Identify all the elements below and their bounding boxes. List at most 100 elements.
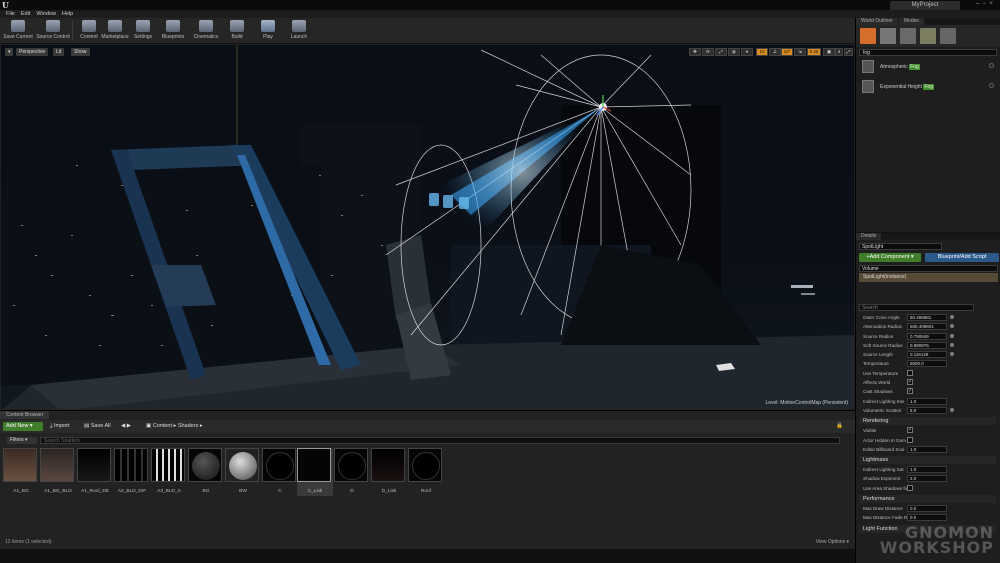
tab-world-outliner[interactable]: World Outliner <box>856 18 898 25</box>
save-all-button[interactable]: ▤ Save All <box>84 422 111 431</box>
visibility-eye-icon[interactable] <box>989 83 994 88</box>
asset-tile[interactable]: Roof <box>408 448 444 496</box>
property-value[interactable]: 0.116128 <box>907 351 947 359</box>
blueprint-add-script-button[interactable]: Blueprint/Add Script <box>925 253 999 262</box>
property-value[interactable]: 1.0 <box>907 445 947 453</box>
maximize-viewport-icon[interactable]: ⤢ <box>844 48 853 56</box>
asset-tile[interactable]: A2_BLD_DIF <box>114 448 150 496</box>
asset-tile[interactable]: A3_BLD_X <box>151 448 187 496</box>
window-controls[interactable]: –▫× <box>976 1 997 7</box>
perspective-button[interactable]: Perspective <box>16 48 49 56</box>
section-lightmass[interactable]: Lightmass <box>859 456 996 465</box>
rotate-mode-icon[interactable]: ⟳ <box>702 48 714 56</box>
place-mode-icon[interactable] <box>860 28 876 44</box>
menu-edit[interactable]: Edit <box>21 10 30 18</box>
launch-button[interactable]: Launch <box>282 19 316 43</box>
project-tab[interactable]: MyProject <box>890 1 960 10</box>
viewport-options-button[interactable]: ▾ <box>5 48 13 56</box>
reset-icon[interactable] <box>950 407 954 412</box>
asset-tile[interactable]: BW <box>225 448 261 496</box>
reset-icon[interactable] <box>950 324 954 329</box>
reset-icon[interactable] <box>950 342 954 347</box>
asset-tile[interactable]: BG <box>188 448 224 496</box>
asset-tile-selected[interactable]: C_Lisk <box>297 448 333 496</box>
property-value[interactable]: 500.409801 <box>907 323 947 331</box>
grid-snap-value[interactable]: 10 <box>756 48 768 56</box>
property-value[interactable]: 0.980876 <box>907 341 947 349</box>
asset-tile[interactable]: C <box>262 448 298 496</box>
breadcrumb-shaders[interactable]: Shaders <box>178 423 199 429</box>
paint-mode-icon[interactable] <box>880 28 896 44</box>
settings-button[interactable]: Settings <box>126 19 160 43</box>
source-control-button[interactable]: Source Control <box>36 19 70 43</box>
property-value[interactable]: 0.790849 <box>907 332 947 340</box>
scale-mode-icon[interactable]: ⤢ <box>715 48 727 56</box>
component-filter-input[interactable]: Volume <box>859 265 998 272</box>
scale-snap-value[interactable]: 0.25 <box>807 48 821 56</box>
save-current-button[interactable]: Save Current <box>1 19 35 43</box>
landscape-mode-icon[interactable] <box>900 28 916 44</box>
property-checkbox[interactable] <box>907 436 913 443</box>
property-checkbox[interactable]: ✓ <box>907 388 913 395</box>
play-button[interactable]: Play <box>251 19 285 43</box>
property-value[interactable]: 60.466881 <box>907 314 947 321</box>
world-local-icon[interactable]: ◍ <box>728 48 740 56</box>
camera-speed-value[interactable]: 4 <box>835 48 843 56</box>
property-value[interactable]: 0.0 <box>907 514 947 522</box>
property-checkbox[interactable] <box>907 369 913 376</box>
rotation-snap-value[interactable]: 10° <box>781 48 793 56</box>
scale-snap-icon[interactable]: ⇲ <box>794 48 806 56</box>
property-value[interactable]: 2.0 <box>907 475 947 483</box>
filters-dropdown[interactable]: Filters ▾ <box>7 437 37 444</box>
lock-icon[interactable]: 🔒 <box>836 422 843 431</box>
property-value[interactable]: 1.0 <box>907 397 947 405</box>
breadcrumb-content[interactable]: Content <box>153 423 172 429</box>
lit-button[interactable]: Lit <box>53 48 65 56</box>
add-new-button[interactable]: Add New ▾ <box>3 422 43 431</box>
section-rendering[interactable]: Rendering <box>859 417 996 426</box>
view-options-button[interactable]: View Options ▾ <box>816 539 849 545</box>
property-checkbox[interactable] <box>907 484 913 491</box>
asset-search-input[interactable]: Search Shaders <box>40 437 840 444</box>
import-button[interactable]: ⤓ Import <box>50 422 70 431</box>
list-item[interactable]: Atmospheric Fog <box>859 58 997 76</box>
rotation-snap-icon[interactable]: ∠ <box>769 48 781 56</box>
asset-tile[interactable]: D_Lisk <box>371 448 407 496</box>
details-search-input[interactable]: Search <box>859 304 974 311</box>
actor-name-field[interactable]: SpotLight <box>859 243 942 250</box>
visibility-eye-icon[interactable] <box>989 63 994 68</box>
section-performance[interactable]: Performance <box>859 495 996 504</box>
show-button[interactable]: Show <box>71 48 90 56</box>
tab-modes[interactable]: Modes <box>898 18 924 25</box>
property-checkbox[interactable]: ✓ <box>907 379 913 386</box>
menu-window[interactable]: Window <box>36 10 56 18</box>
outliner-search-input[interactable]: fog <box>859 49 997 56</box>
selected-component[interactable]: SpotLight(Instance) <box>859 273 998 282</box>
reset-icon[interactable] <box>950 315 954 319</box>
asset-tile[interactable]: A1_Roof_DE <box>77 448 113 496</box>
add-component-button[interactable]: +Add Component ▾ <box>859 253 921 262</box>
history-back-icon[interactable]: ◀ ▶ <box>121 422 131 431</box>
reset-icon[interactable] <box>950 333 954 338</box>
translate-mode-icon[interactable]: ✥ <box>689 48 701 56</box>
tab-details[interactable]: Details <box>856 233 882 240</box>
surface-snap-icon[interactable]: ⌖ <box>741 48 753 56</box>
property-value[interactable]: 6500.0 <box>907 360 947 368</box>
geometry-mode-icon[interactable] <box>940 28 956 44</box>
property-value[interactable]: 6.0 <box>907 406 947 414</box>
property-checkbox[interactable]: ✓ <box>907 427 913 434</box>
build-button[interactable]: Build <box>220 19 254 43</box>
camera-speed-icon[interactable]: ▣ <box>823 48 835 56</box>
property-value[interactable]: 0.0 <box>907 505 947 513</box>
asset-tile[interactable]: A1_BG <box>3 448 39 496</box>
scene-render[interactable] <box>1 45 855 410</box>
list-item[interactable]: Exponential Height Fog <box>859 78 997 96</box>
foliage-mode-icon[interactable] <box>920 28 936 44</box>
menu-file[interactable]: File <box>6 10 15 18</box>
asset-tile[interactable]: D <box>334 448 370 496</box>
asset-tile[interactable]: A1_BG_BLO <box>40 448 76 496</box>
reset-icon[interactable] <box>950 352 954 357</box>
cinematics-button[interactable]: Cinematics <box>189 19 223 43</box>
property-value[interactable]: 1.0 <box>907 466 947 474</box>
menu-help[interactable]: Help <box>62 10 73 18</box>
